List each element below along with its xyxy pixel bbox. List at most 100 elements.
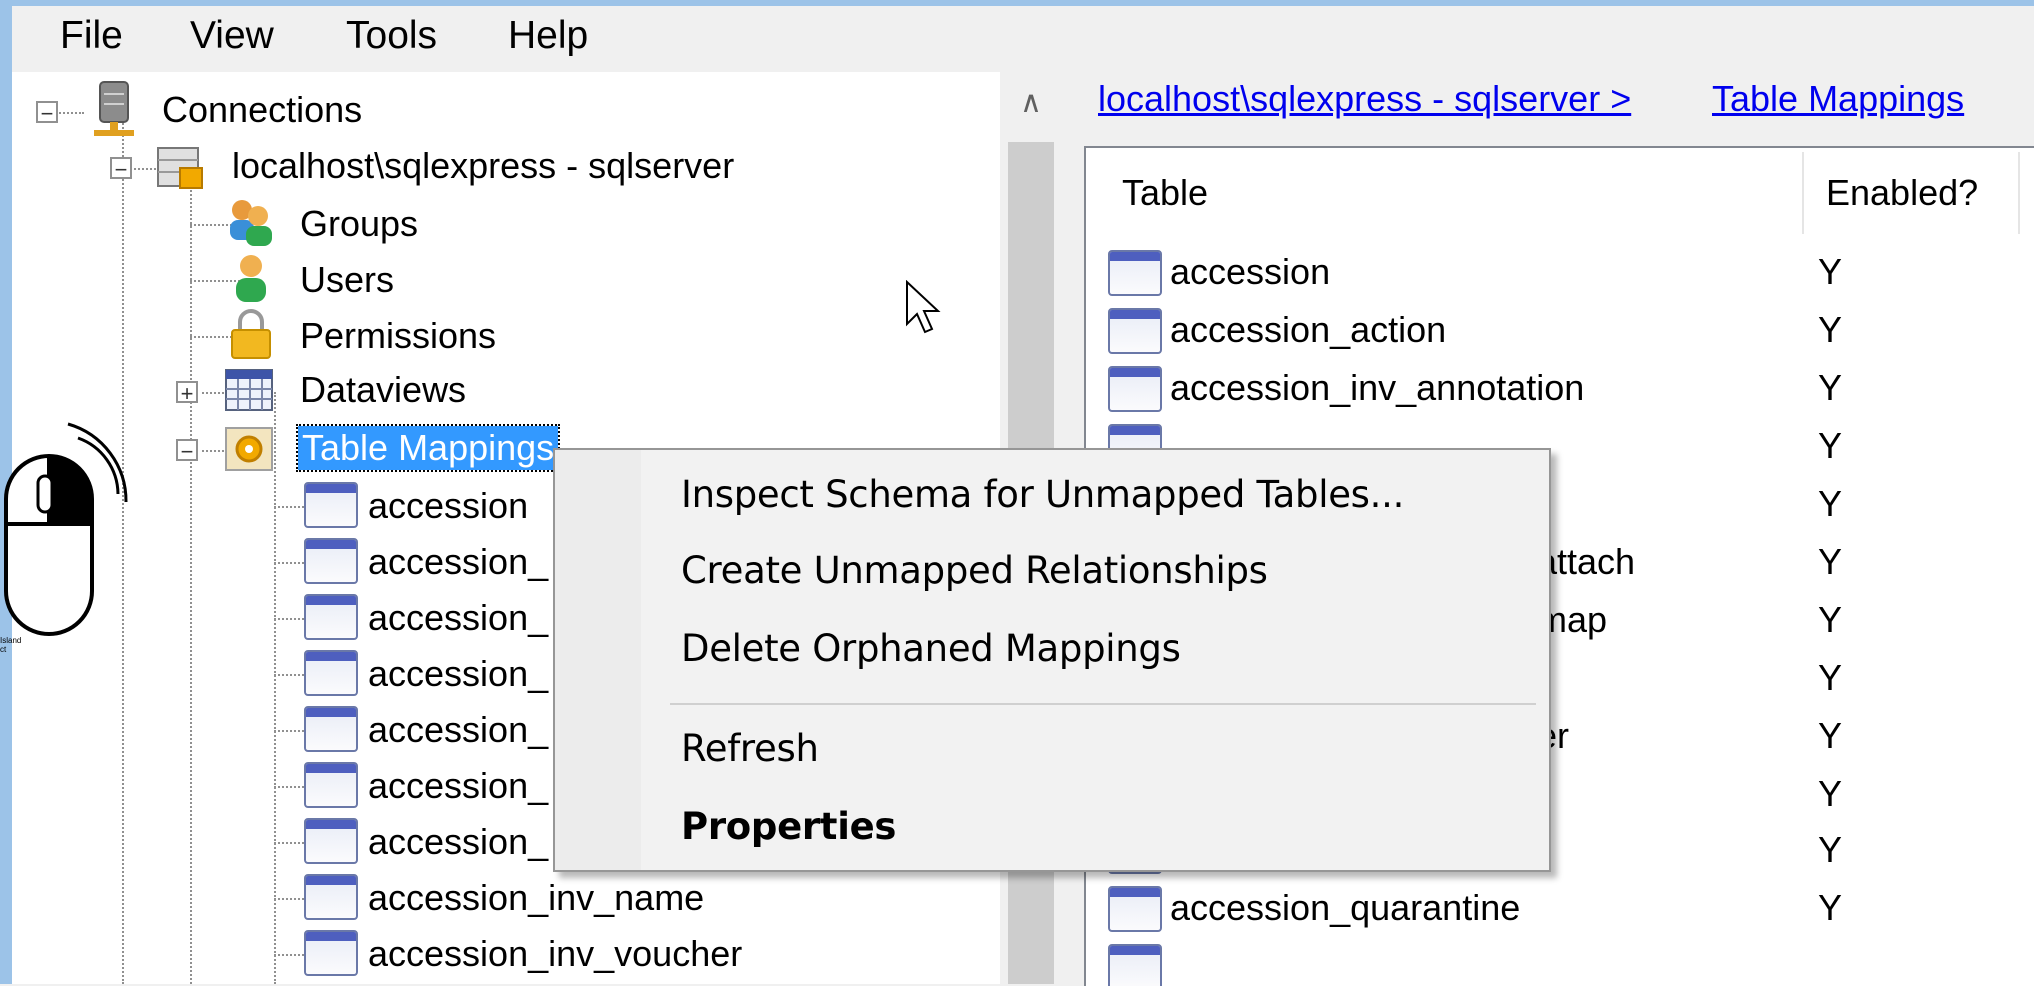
breadcrumb-current-link[interactable]: Table Mappings [1712,78,1964,120]
right-click-mouse-icon [4,422,128,636]
table-icon [304,762,358,808]
scroll-up-arrow-icon[interactable]: ∧ [1000,78,1062,128]
server-icon [94,81,134,136]
menu-tools[interactable]: Tools [346,6,437,66]
menu-bar: File View Tools Help [12,6,2034,66]
tree-node-groups[interactable]: Groups [300,202,418,246]
table-icon [1108,366,1162,412]
table-icon [304,650,358,696]
users-group-icon [230,200,272,246]
create-unmapped-relationships-menu-item[interactable]: Create Unmapped Relationships [681,546,1268,596]
row-table-name: accession [1170,251,1331,292]
collapse-table-mappings-toggle[interactable]: − [176,439,198,463]
column-header-enabled[interactable]: Enabled? [1826,148,1978,238]
tree-connector [274,562,304,564]
table-row[interactable]: accession Y [1086,244,2034,302]
column-separator[interactable] [2018,152,2020,234]
column-separator[interactable] [1802,152,1804,234]
row-enabled: Y [1818,657,1843,698]
expand-dataviews-toggle[interactable]: + [176,381,198,405]
tree-mapping-item[interactable]: accession_ [368,652,548,696]
tree-node-table-mappings[interactable]: Table Mappings [295,424,561,472]
table-icon [304,538,358,584]
tree-connector [190,182,192,984]
overlay-caption-line: ct [0,645,7,654]
tree-mapping-item[interactable]: accession_ [368,820,548,864]
row-enabled: Y [1818,425,1843,466]
lock-icon [231,309,271,359]
row-enabled: Y [1818,887,1843,928]
row-enabled: Y [1818,829,1843,870]
row-table-name: accession_quarantine [1170,887,1521,928]
context-menu-gutter [555,450,641,870]
table-icon [1108,944,1162,986]
table-icon [1108,886,1162,932]
tree-connector [274,954,304,956]
tree-node-permissions[interactable]: Permissions [300,314,496,358]
menu-help[interactable]: Help [508,6,588,66]
table-icon [304,874,358,920]
row-enabled: Y [1818,367,1843,408]
table-icon [304,482,358,528]
overlay-caption-line: Island [0,636,22,645]
tree-root-label[interactable]: Connections [162,88,362,132]
list-header: Table Enabled? [1086,148,2034,238]
menu-separator [670,703,1536,705]
row-enabled: Y [1818,541,1843,582]
table-row[interactable]: accession_action Y [1086,302,2034,360]
connection-label[interactable]: localhost\sqlexpress - sqlserver [232,144,734,188]
user-icon [236,255,266,302]
database-connection-icon [157,147,203,189]
column-header-table[interactable]: Table [1122,148,1208,238]
row-enabled: Y [1818,251,1843,292]
table-icon [304,706,358,752]
tree-connector [274,618,304,620]
tree-node-dataviews[interactable]: Dataviews [300,368,466,412]
tree-mapping-item[interactable]: accession_inv_voucher [368,932,742,976]
tree-mapping-item[interactable]: accession [368,484,528,528]
menu-view[interactable]: View [190,6,274,66]
gear-icon [225,427,273,471]
tree-connector [274,730,304,732]
tree-node-users[interactable]: Users [300,258,394,302]
tree-mapping-item[interactable]: accession_inv_name [368,876,704,920]
row-enabled: Y [1818,599,1843,640]
refresh-menu-item[interactable]: Refresh [681,724,819,774]
row-table-name: accession_action [1170,309,1447,350]
table-icon [304,930,358,976]
table-icon [1108,308,1162,354]
table-icon [304,818,358,864]
tree-mapping-item[interactable]: accession_ [368,708,548,752]
menu-file[interactable]: File [60,6,123,66]
tree-mapping-item[interactable]: accession_ [368,540,548,584]
tree-mapping-item[interactable]: accession_ [368,764,548,808]
collapse-connection-toggle[interactable]: − [110,157,132,181]
table-row[interactable]: accession_quarantine Y [1086,880,2034,938]
delete-orphaned-mappings-menu-item[interactable]: Delete Orphaned Mappings [681,624,1181,674]
grid-table-icon [225,369,273,411]
breadcrumb-connection-link[interactable]: localhost\sqlexpress - sqlserver > [1098,78,1631,120]
tree-connector [274,786,304,788]
tree-mapping-item[interactable]: accession_ [368,596,548,640]
table-row[interactable] [1086,938,2034,986]
tree-connector [274,674,304,676]
row-enabled: Y [1818,483,1843,524]
row-enabled: Y [1818,773,1843,814]
tree-connector [274,898,304,900]
row-enabled: Y [1818,309,1843,350]
collapse-connections-toggle[interactable]: − [36,101,58,125]
mouse-pointer-icon [906,280,941,334]
inspect-schema-menu-item[interactable]: Inspect Schema for Unmapped Tables... [681,470,1404,520]
tree-connector [274,392,276,984]
tree-connector [274,506,304,508]
row-table-name: accession_inv_annotation [1170,367,1585,408]
context-menu: Inspect Schema for Unmapped Tables... Cr… [553,448,1551,872]
tree-connector [274,842,304,844]
table-icon [304,594,358,640]
overlay-caption: Island ct [0,636,21,654]
row-enabled: Y [1818,715,1843,756]
row-table-name: attach [1537,541,1636,582]
table-row[interactable]: accession_inv_annotation Y [1086,360,2034,418]
properties-menu-item[interactable]: Properties [681,802,896,852]
table-icon [1108,250,1162,296]
